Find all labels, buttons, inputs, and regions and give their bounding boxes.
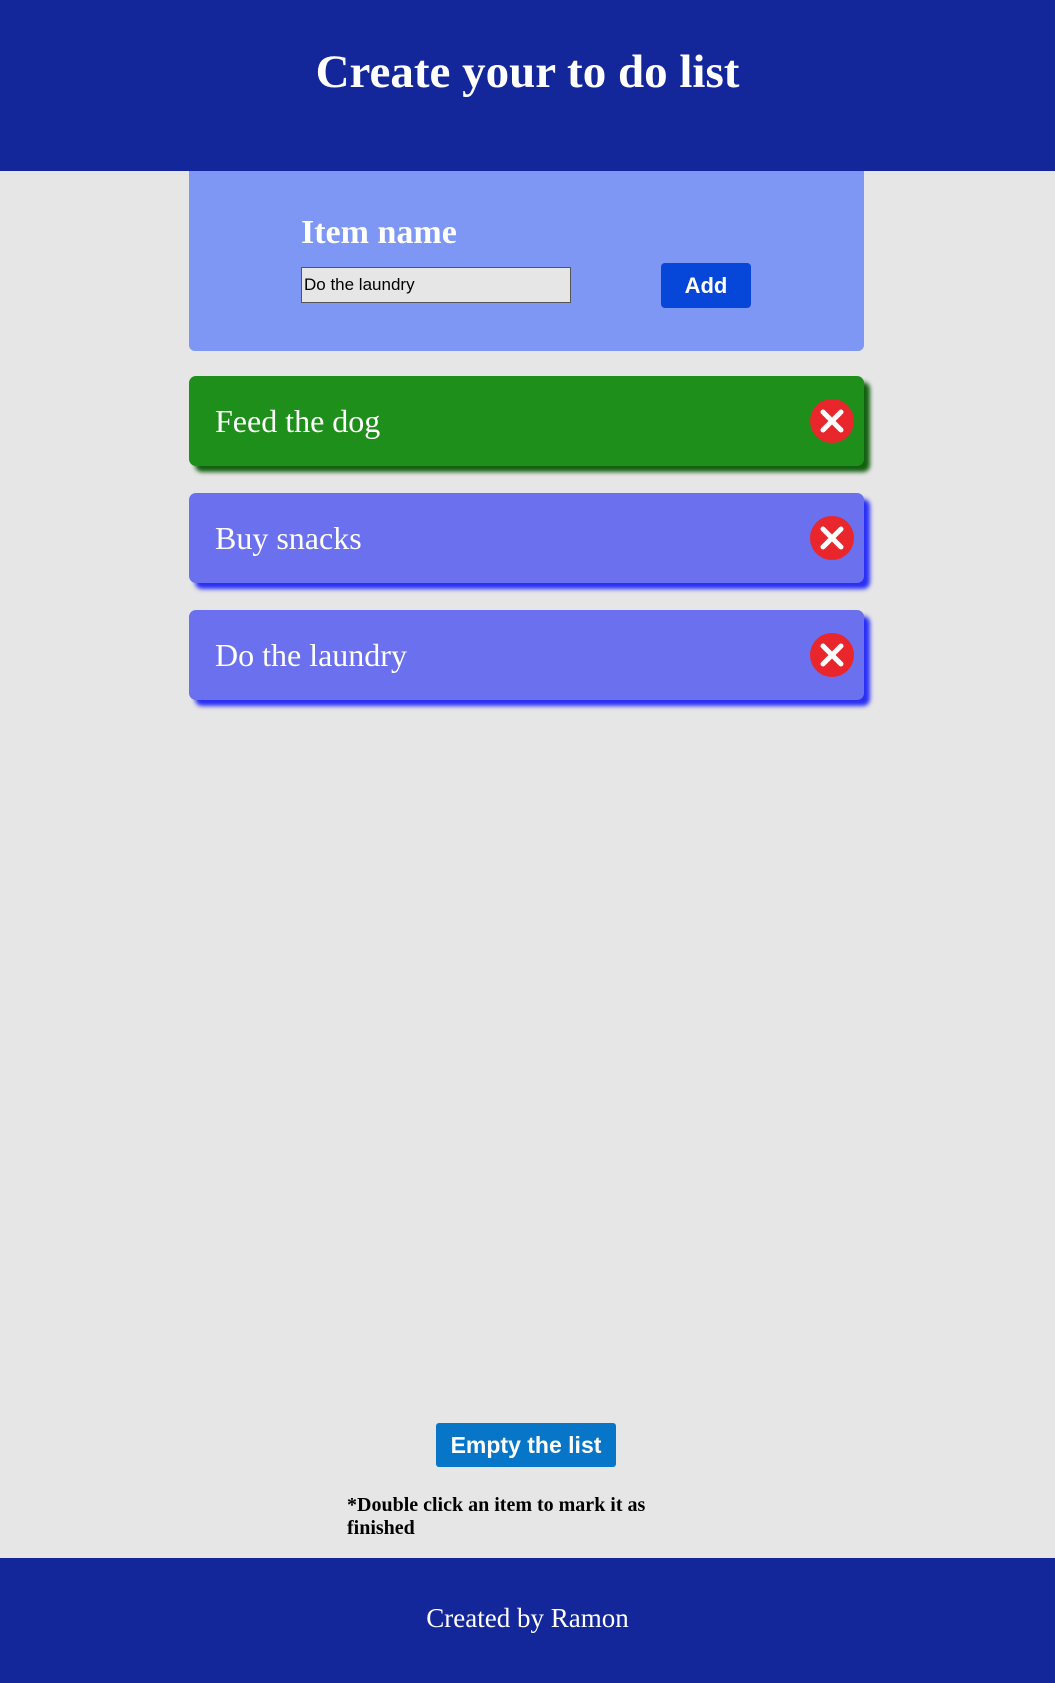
todo-item-text: Feed the dog: [215, 403, 381, 439]
add-button[interactable]: Add: [661, 263, 751, 308]
double-click-hint: *Double click an item to mark it as fini…: [347, 1494, 646, 1539]
item-name-label: Item name: [301, 214, 457, 251]
delete-icon[interactable]: [809, 398, 855, 444]
page-header: Create your to do list: [0, 0, 1055, 171]
todo-item-feed-the-dog[interactable]: Feed the dog: [189, 376, 864, 466]
todo-item-do-the-laundry[interactable]: Do the laundry: [189, 610, 864, 700]
empty-list-button[interactable]: Empty the list: [436, 1423, 616, 1467]
item-name-input[interactable]: [301, 267, 571, 303]
delete-icon[interactable]: [809, 515, 855, 561]
delete-icon[interactable]: [809, 632, 855, 678]
footer-credit: Created by Ramon: [426, 1603, 629, 1633]
page-title: Create your to do list: [315, 46, 740, 98]
todo-item-text: Do the laundry: [215, 637, 407, 673]
todo-item-text: Buy snacks: [215, 520, 362, 556]
page-footer: Created by Ramon: [0, 1558, 1055, 1683]
add-item-form: Item name Add: [189, 171, 864, 351]
todo-item-buy-snacks[interactable]: Buy snacks: [189, 493, 864, 583]
